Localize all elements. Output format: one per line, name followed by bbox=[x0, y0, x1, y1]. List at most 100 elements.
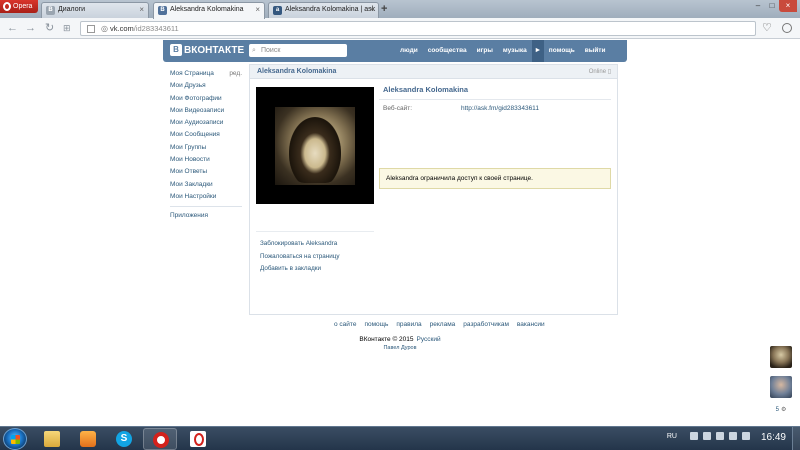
tab-close-icon[interactable]: × bbox=[369, 3, 374, 17]
sidebar-item-videos[interactable]: Мои Видеозаписи bbox=[170, 105, 246, 117]
askfm-favicon-icon: a bbox=[273, 6, 282, 15]
add-to-bookmarks-link[interactable]: Добавить в закладки bbox=[256, 263, 374, 276]
address-bar[interactable]: ◎ vk.com/id283343611 bbox=[80, 21, 756, 36]
url-path: /id283343611 bbox=[133, 24, 179, 33]
chat-online-count[interactable]: 5 ⚙ bbox=[763, 406, 799, 413]
opera-menu-button[interactable]: Opera bbox=[0, 0, 38, 13]
taskbar-opera-alt[interactable] bbox=[181, 428, 215, 450]
back-icon[interactable]: ← bbox=[7, 21, 18, 35]
bookmark-heart-icon[interactable]: ♡ bbox=[762, 21, 772, 34]
block-user-link[interactable]: Заблокировать Aleksandra bbox=[256, 238, 374, 251]
vk-logo-icon: В bbox=[170, 44, 182, 56]
forward-icon[interactable]: → bbox=[25, 21, 36, 35]
tab-close-icon[interactable]: × bbox=[255, 3, 260, 17]
tab-vk-profile[interactable]: В Aleksandra Kolomakina × bbox=[153, 2, 265, 19]
sidebar-divider bbox=[170, 206, 242, 208]
maximize-button[interactable]: □ bbox=[765, 0, 779, 12]
profile-photo[interactable] bbox=[256, 87, 374, 204]
home-icon[interactable]: ⊞ bbox=[63, 21, 71, 35]
sidebar-item-news[interactable]: Мои Новости bbox=[170, 154, 246, 166]
chat-settings-icon: ⚙ bbox=[780, 407, 787, 413]
tray-app-icon[interactable] bbox=[703, 432, 711, 440]
vk-logo[interactable]: В ВКОНТАКТЕ bbox=[170, 44, 244, 57]
tab-askfm[interactable]: a Aleksandra Kolomakina | ask × bbox=[268, 2, 379, 18]
sidebar-edit-link[interactable]: ред. bbox=[229, 68, 242, 80]
clock[interactable]: 16:49 bbox=[761, 432, 786, 443]
folder-icon bbox=[44, 431, 60, 447]
online-status-text: Online bbox=[588, 69, 607, 75]
menu-music[interactable]: музыка bbox=[498, 40, 532, 62]
sidebar-item-friends[interactable]: Мои Друзья bbox=[170, 80, 246, 92]
taskbar-skype[interactable]: S bbox=[107, 428, 141, 450]
website-row: Веб-сайт: http://ask.fm/gid283343611 bbox=[379, 99, 611, 118]
search-icon: ⌕ bbox=[252, 47, 256, 54]
taskbar-opera[interactable] bbox=[143, 428, 177, 450]
footer-link-ads[interactable]: реклама bbox=[426, 321, 460, 328]
sidebar-item-answers[interactable]: Мои Ответы bbox=[170, 166, 246, 178]
language-indicator[interactable]: RU bbox=[667, 433, 677, 440]
browser-toolbar: ← → ↻ ⊞ ◎ vk.com/id283343611 ♡ bbox=[0, 18, 800, 39]
reload-icon[interactable]: ↻ bbox=[45, 21, 54, 35]
sidebar-item-photos[interactable]: Мои Фотографии bbox=[170, 93, 246, 105]
tab-title: Диалоги bbox=[58, 6, 86, 13]
tray-arrow-icon[interactable] bbox=[690, 432, 698, 440]
sidebar-item-audio[interactable]: Мои Аудиозаписи bbox=[170, 117, 246, 129]
taskbar-explorer[interactable] bbox=[35, 428, 69, 450]
minimize-button[interactable]: – bbox=[751, 0, 765, 12]
network-icon[interactable] bbox=[729, 432, 737, 440]
report-page-link[interactable]: Пожаловаться на страницу bbox=[256, 251, 374, 264]
speed-dial-icon bbox=[87, 25, 95, 33]
browser-tabbar: Opera В Диалоги × В Aleksandra Kolomakin… bbox=[0, 0, 800, 19]
tab-title: Aleksandra Kolomakina | ask bbox=[285, 6, 376, 13]
vk-header: В ВКОНТАКТЕ ⌕ Поиск люди сообщества игры … bbox=[163, 40, 627, 62]
tab-title: Aleksandra Kolomakina bbox=[170, 6, 244, 13]
footer-link-rules[interactable]: правила bbox=[392, 321, 425, 328]
footer-link-about[interactable]: о сайте bbox=[330, 321, 360, 328]
tab-dialogs[interactable]: В Диалоги × bbox=[41, 2, 149, 18]
website-label: Веб-сайт: bbox=[383, 105, 413, 112]
menu-games[interactable]: игры bbox=[472, 40, 498, 62]
opera-menu-label: Opera bbox=[13, 3, 33, 10]
website-link[interactable]: http://ask.fm/gid283343611 bbox=[461, 105, 539, 112]
sidebar-item-apps[interactable]: Приложения bbox=[170, 210, 246, 222]
sidebar-item-groups[interactable]: Мои Группы bbox=[170, 142, 246, 154]
show-desktop-button[interactable] bbox=[792, 427, 800, 450]
downloads-icon[interactable] bbox=[782, 23, 792, 33]
start-button[interactable] bbox=[3, 428, 27, 450]
footer-author-link[interactable]: Павел Дуров bbox=[0, 345, 800, 351]
profile-info: Aleksandra Kolomakina Веб-сайт: http://a… bbox=[379, 83, 611, 118]
play-arrow-icon[interactable]: ► bbox=[531, 40, 544, 62]
chat-contact-avatar[interactable] bbox=[770, 376, 792, 398]
volume-icon[interactable] bbox=[742, 432, 750, 440]
chat-contact-avatar[interactable] bbox=[770, 346, 792, 368]
vk-favicon-icon: В bbox=[158, 6, 167, 15]
access-restricted-notice: Aleksandra ограничила доступ к своей стр… bbox=[379, 168, 611, 189]
profile-panel: Aleksandra Kolomakina Online ▯ Заблокиро… bbox=[249, 64, 618, 315]
language-link[interactable]: Русский bbox=[417, 336, 441, 343]
footer-link-help[interactable]: помощь bbox=[360, 321, 392, 328]
profile-header-bar: Aleksandra Kolomakina Online ▯ bbox=[250, 65, 617, 79]
tab-close-icon[interactable]: × bbox=[139, 3, 144, 17]
search-input[interactable]: ⌕ Поиск bbox=[249, 44, 347, 57]
footer-link-developers[interactable]: разработчикам bbox=[459, 321, 513, 328]
close-window-button[interactable]: × bbox=[779, 0, 797, 12]
copyright-text: ВКонтакте © 2015 bbox=[359, 336, 414, 343]
menu-people[interactable]: люди bbox=[395, 40, 423, 62]
sidebar-item-messages[interactable]: Мои Сообщения bbox=[170, 129, 246, 141]
chat-count-value: 5 bbox=[775, 407, 779, 413]
menu-communities[interactable]: сообщества bbox=[423, 40, 472, 62]
windows-taskbar: S RU 16:49 bbox=[0, 426, 800, 450]
menu-logout[interactable]: выйти bbox=[580, 40, 611, 62]
sidebar-item-bookmarks[interactable]: Мои Закладки bbox=[170, 179, 246, 191]
taskbar-media-player[interactable] bbox=[71, 428, 105, 450]
profile-photo-image bbox=[275, 107, 355, 185]
new-tab-button[interactable]: + bbox=[381, 3, 387, 15]
online-status: Online ▯ bbox=[588, 69, 611, 75]
site-info-icon: ◎ bbox=[101, 24, 108, 33]
sidebar-item-settings[interactable]: Мои Настройки bbox=[170, 191, 246, 203]
profile-header-name: Aleksandra Kolomakina bbox=[257, 68, 337, 75]
footer-link-jobs[interactable]: вакансии bbox=[513, 321, 549, 328]
menu-help[interactable]: помощь bbox=[544, 40, 580, 62]
url-host: vk.com bbox=[110, 24, 134, 33]
flag-icon[interactable] bbox=[716, 432, 724, 440]
